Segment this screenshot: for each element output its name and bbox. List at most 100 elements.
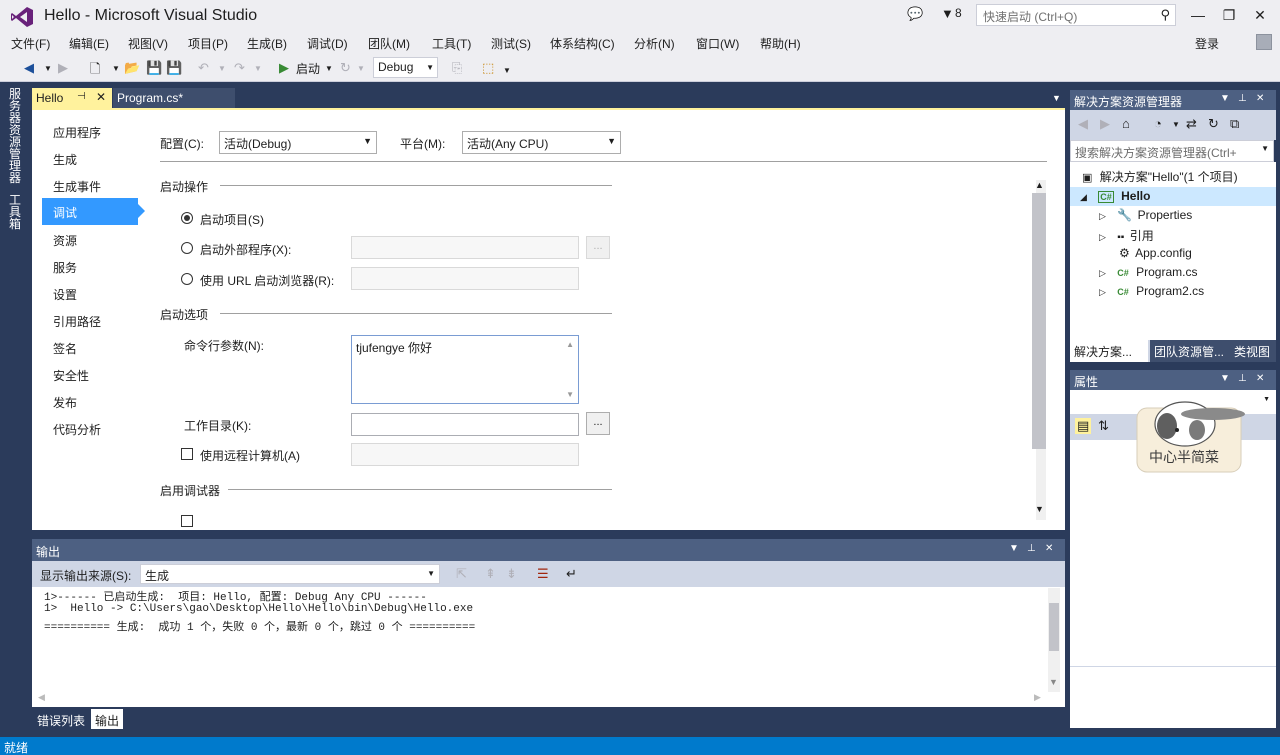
extensions-icon[interactable]: ⬚ [482,60,494,76]
pending-changes-icon[interactable]: ◔ [1154,116,1162,131]
tab-output[interactable]: 输出 [91,709,124,729]
start-url-input[interactable] [351,267,579,290]
tree-item-program2-cs[interactable]: ▷ C# Program2.cs [1099,284,1204,298]
open-file-icon[interactable]: 📂 [124,60,140,76]
login-link[interactable]: 登录 [1195,35,1219,52]
forward-icon[interactable]: ▶ [1100,116,1110,132]
nav-build-events[interactable]: 生成事件 [42,172,138,199]
solution-search-input[interactable]: 搜索解决方案资源管理器(Ctrl+ ▼ [1070,140,1274,162]
configuration-combo[interactable]: 活动(Debug) ▼ [219,131,377,154]
window-position-icon[interactable]: ▼ [1220,93,1230,104]
undo-dropdown-icon[interactable]: ▼ [218,64,226,73]
start-dropdown-icon[interactable]: ▼ [325,64,333,73]
menu-analyze[interactable]: 分析(N) [634,35,675,52]
refresh-dropdown-icon[interactable]: ▼ [357,64,365,73]
user-avatar-icon[interactable] [1256,34,1272,50]
save-icon[interactable]: 💾 [146,60,162,76]
nav-services[interactable]: 服务 [42,253,138,280]
working-directory-browse-button[interactable]: ... [586,412,610,435]
find-icon[interactable]: ⎘ [452,60,462,76]
close-icon[interactable]: ✕ [1256,93,1264,104]
pin-icon[interactable]: ⊣ [77,91,86,102]
working-directory-input[interactable] [351,413,579,436]
refresh-icon[interactable]: ↻ [1208,116,1219,132]
command-line-args-input[interactable]: tjufengye 你好 ▲ ▼ [351,335,579,404]
menu-edit[interactable]: 编辑(E) [69,35,109,52]
notifications-icon[interactable]: ▼ [941,6,954,21]
collapsed-arrow-icon[interactable]: ▷ [1099,211,1106,221]
scroll-left-icon[interactable]: ◀ [38,692,45,703]
collapsed-arrow-icon[interactable]: ▷ [1099,232,1106,242]
external-program-browse-button[interactable]: ... [586,236,610,259]
feedback-icon[interactable]: 💬 [907,6,923,22]
collapsed-arrow-icon[interactable]: ▷ [1099,268,1106,278]
tree-item-solution[interactable]: ▣ 解决方案"Hello"(1 个项目) [1082,168,1238,185]
nav-publish[interactable]: 发布 [42,388,138,415]
new-dropdown-icon[interactable]: ▼ [112,64,120,73]
window-position-icon[interactable]: ▼ [1009,543,1019,554]
scroll-down-icon[interactable]: ▼ [566,390,574,399]
close-window-button[interactable]: ✕ [1245,4,1275,26]
back-icon[interactable]: ◀ [1078,116,1088,132]
nav-reference-paths[interactable]: 引用路径 [42,307,138,334]
start-button-label[interactable]: 启动 [296,60,320,77]
tree-item-program-cs[interactable]: ▷ C# Program.cs [1099,265,1197,279]
new-project-icon[interactable]: 🗋 [90,60,100,82]
quick-launch-input[interactable]: 快速启动 (Ctrl+Q) ⚲ [976,4,1176,26]
close-icon[interactable]: ✕ [1256,373,1264,384]
filter-dropdown-icon[interactable]: ▼ [1172,120,1180,129]
pin-icon[interactable]: ⊥ [1238,93,1247,104]
nav-settings[interactable]: 设置 [42,280,138,307]
refresh-icon[interactable]: ↻ [340,60,351,76]
collapse-all-icon[interactable]: ⧉ [1230,116,1239,132]
navigate-forward-icon[interactable]: ▶ [58,60,68,76]
menu-architecture[interactable]: 体系结构(C) [550,35,615,52]
categorized-icon[interactable]: ▤ [1075,418,1092,434]
nav-debug[interactable]: 调试 [42,198,138,225]
scroll-right-icon[interactable]: ▶ [1034,692,1041,703]
nav-signing[interactable]: 签名 [42,334,138,361]
nav-security[interactable]: 安全性 [42,361,138,388]
next-message-icon[interactable]: ⇟ [506,566,517,582]
server-explorer-tab[interactable]: 服务器资源管理器 [9,88,23,184]
menu-view[interactable]: 视图(V) [128,35,168,52]
tab-hello-properties[interactable]: Hello ⊣ ✕ [32,88,112,108]
external-program-input[interactable] [351,236,579,259]
scroll-down-icon[interactable]: ▼ [1049,677,1058,687]
solution-configuration-combo[interactable]: Debug ▼ [373,57,438,78]
nav-application[interactable]: 应用程序 [42,118,138,145]
sync-icon[interactable]: ⇄ [1186,116,1197,132]
nav-code-analysis[interactable]: 代码分析 [42,415,138,442]
tree-item-app-config[interactable]: ⚙ App.config [1119,246,1192,260]
clear-all-icon[interactable]: ☰ [537,566,549,582]
output-source-combo[interactable]: 生成 ▼ [140,564,440,584]
tree-item-properties[interactable]: ▷ 🔧 Properties [1099,208,1192,222]
tab-error-list[interactable]: 错误列表 [33,709,89,729]
menu-help[interactable]: 帮助(H) [760,35,801,52]
tab-solution-explorer[interactable]: 解决方案... [1070,340,1148,362]
menu-build[interactable]: 生成(B) [247,35,287,52]
previous-message-icon[interactable]: ⇞ [485,566,496,582]
home-icon[interactable]: ⌂ [1122,116,1130,131]
platform-combo[interactable]: 活动(Any CPU) ▼ [462,131,621,154]
menu-test[interactable]: 测试(S) [491,35,531,52]
native-debugging-checkbox[interactable] [181,515,193,527]
start-debug-icon[interactable]: ▶ [279,60,289,76]
alphabetical-icon[interactable]: ⇅ [1098,418,1109,434]
menu-debug[interactable]: 调试(D) [307,35,348,52]
remote-machine-input[interactable] [351,443,579,466]
navigate-back-icon[interactable]: ◀ [24,60,34,76]
menu-team[interactable]: 团队(M) [368,35,410,52]
menu-file[interactable]: 文件(F) [11,35,50,52]
tab-list-dropdown-icon[interactable]: ▼ [1052,93,1061,103]
collapsed-arrow-icon[interactable]: ▷ [1099,287,1106,297]
start-external-radio[interactable] [181,242,193,254]
redo-dropdown-icon[interactable]: ▼ [254,64,262,73]
menu-project[interactable]: 项目(P) [188,35,228,52]
back-dropdown-icon[interactable]: ▼ [44,64,52,73]
scroll-up-icon[interactable]: ▲ [566,340,574,349]
tree-item-references[interactable]: ▷ ▪▪ 引用 [1099,227,1154,244]
word-wrap-icon[interactable]: ↵ [566,566,577,582]
expanded-arrow-icon[interactable]: ◢ [1080,192,1087,202]
redo-icon[interactable]: ↷ [234,60,245,76]
